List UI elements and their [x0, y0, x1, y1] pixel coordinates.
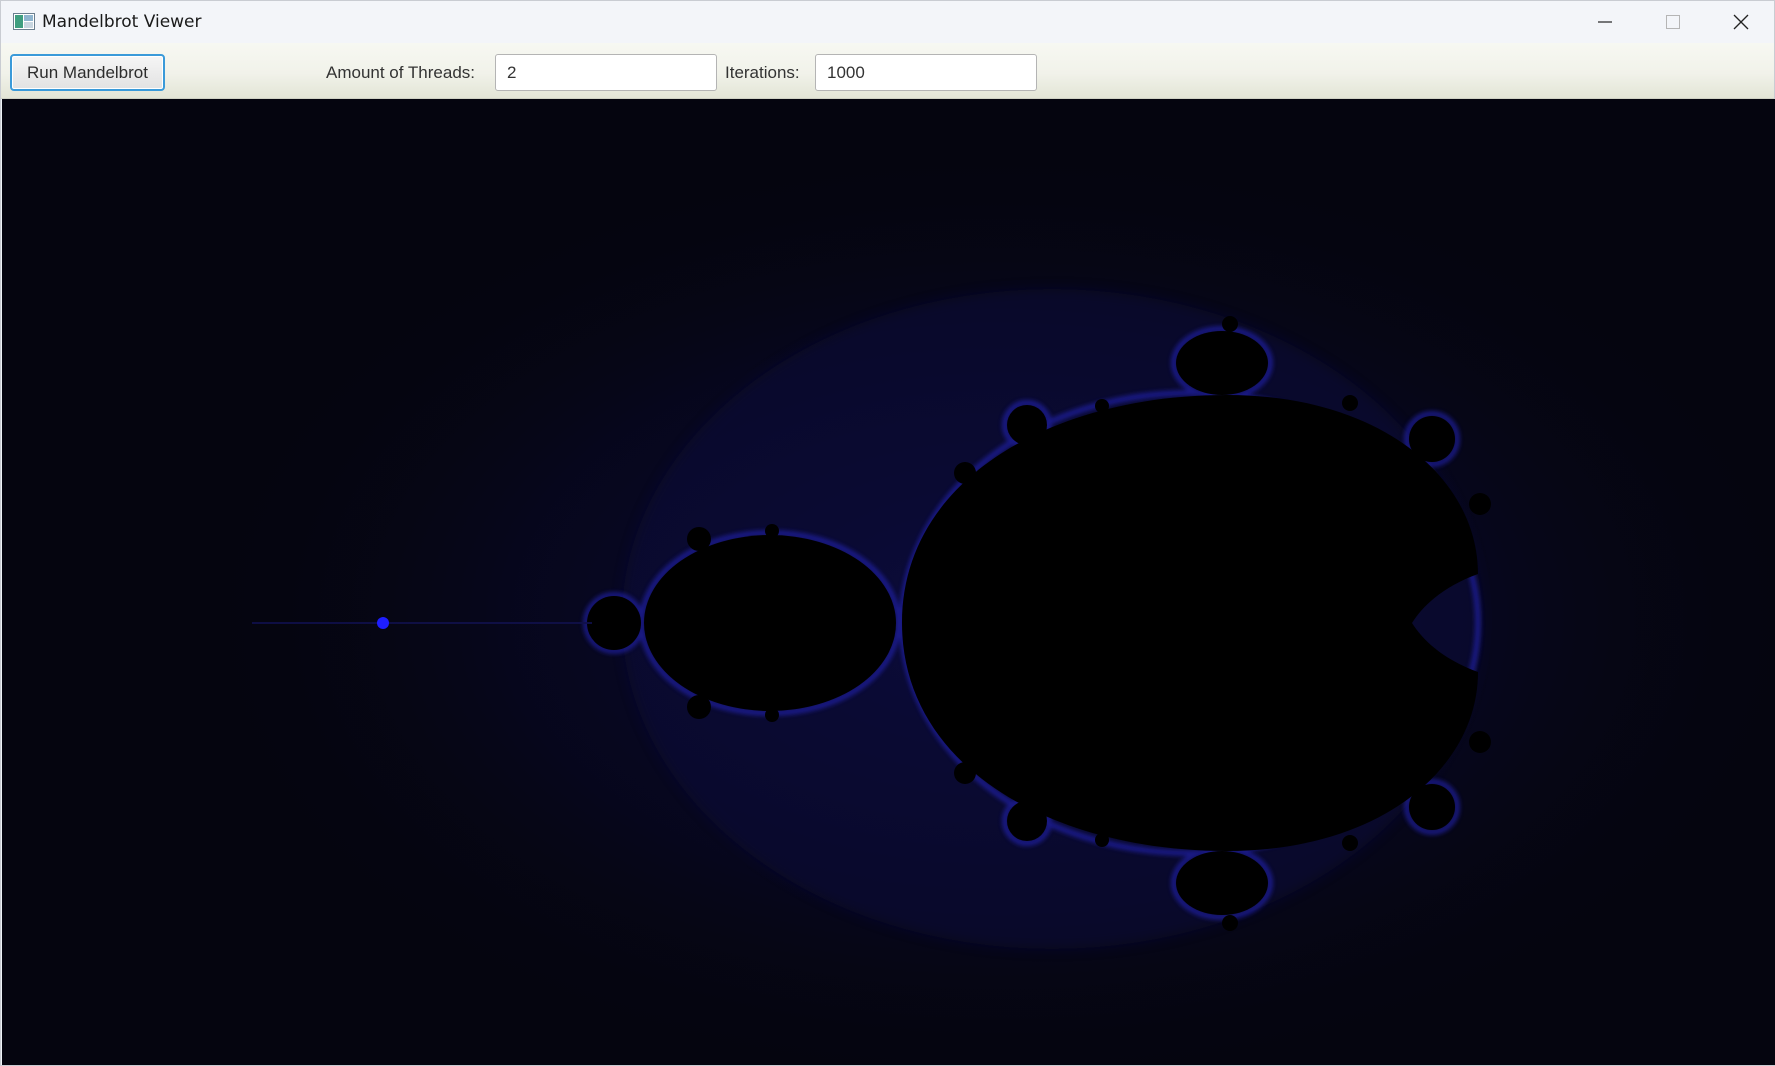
close-button[interactable] [1707, 1, 1775, 43]
minimize-icon [1598, 21, 1612, 23]
threads-input[interactable] [495, 54, 717, 91]
toolbar: Run Mandelbrot Amount of Threads: Iterat… [1, 43, 1774, 99]
mandelbrot-canvas[interactable] [2, 99, 1775, 1065]
window-title: Mandelbrot Viewer [42, 12, 202, 32]
maximize-icon [1666, 15, 1680, 29]
minimize-button[interactable] [1571, 1, 1639, 43]
mini-mandelbrot-point [377, 617, 389, 629]
iterations-input[interactable] [815, 54, 1037, 91]
iterations-label: Iterations: [725, 63, 800, 82]
mandelbrot-render [182, 139, 1775, 1065]
threads-label: Amount of Threads: [326, 63, 475, 82]
maximize-button[interactable] [1639, 1, 1707, 43]
close-icon [1733, 14, 1749, 30]
title-bar[interactable]: Mandelbrot Viewer [1, 1, 1774, 43]
app-window-icon [13, 13, 35, 30]
app-window: Mandelbrot Viewer Run Mandelbrot Amount … [0, 0, 1775, 1066]
run-mandelbrot-button[interactable]: Run Mandelbrot [10, 54, 165, 91]
